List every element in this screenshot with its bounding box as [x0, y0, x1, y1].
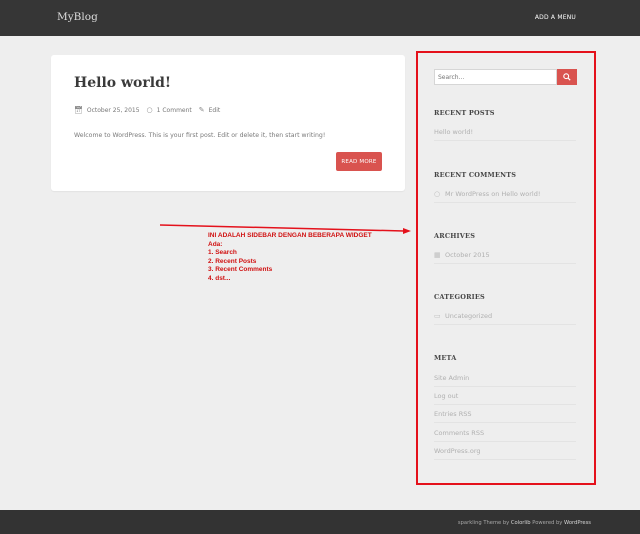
site-footer: sparkling Theme by Colorlib Powered by W… [0, 510, 640, 534]
annotation-line: 4. dst... [208, 274, 231, 282]
meta-link-comments-rss[interactable]: Comments RSS [434, 429, 484, 437]
meta-title: META [434, 354, 457, 362]
search-widget [434, 69, 577, 85]
meta-item[interactable]: WordPress.org [434, 442, 576, 460]
annotation-line: INI ADALAH SIDEBAR DENGAN BEBERAPA WIDGE… [208, 232, 372, 239]
recent-posts-title: RECENT POSTS [434, 109, 495, 117]
archives-title: ARCHIVES [434, 232, 476, 240]
folder-icon: ▭ [434, 311, 441, 320]
comment-icon: ○ [434, 189, 441, 198]
calendar-icon: ▦ [434, 250, 441, 259]
archive-link[interactable]: October 2015 [445, 251, 490, 259]
recent-post-item[interactable]: Hello world! [434, 123, 576, 141]
footer-middle: Powered by [532, 520, 563, 526]
annotation-line: 1. Search [208, 249, 237, 257]
footer-credits: sparkling Theme by Colorlib Powered by W… [458, 520, 591, 526]
meta-item[interactable]: Site Admin [434, 369, 576, 387]
archive-item[interactable]: ▦ October 2015 [434, 246, 576, 264]
search-button[interactable] [557, 69, 577, 85]
annotation-line: 3. Recent Comments [208, 266, 273, 274]
footer-theme-author-link[interactable]: Colorlib [511, 520, 531, 526]
meta-link-wordpress-org[interactable]: WordPress.org [434, 447, 481, 455]
meta-link-site-admin[interactable]: Site Admin [434, 374, 469, 382]
footer-platform-link[interactable]: WordPress [564, 520, 591, 526]
search-input[interactable] [434, 69, 557, 85]
meta-link-entries-rss[interactable]: Entries RSS [434, 410, 471, 418]
categories-title: CATEGORIES [434, 293, 485, 301]
recent-comment-item[interactable]: ○ Mr WordPress on Hello world! [434, 185, 576, 203]
category-link[interactable]: Uncategorized [445, 312, 492, 320]
annotation-line: Ada: [208, 240, 223, 248]
recent-post-link[interactable]: Hello world! [434, 128, 473, 136]
footer-prefix: sparkling Theme by [457, 520, 510, 526]
annotation-line: 2. Recent Posts [208, 257, 257, 265]
meta-item[interactable]: Entries RSS [434, 405, 576, 423]
recent-comments-title: RECENT COMMENTS [434, 171, 517, 179]
annotation-text: INI ADALAH SIDEBAR DENGAN BEBERAPA WIDGE… [208, 232, 372, 284]
category-item[interactable]: ▭ Uncategorized [434, 307, 576, 325]
recent-comment-link[interactable]: Mr WordPress on Hello world! [445, 190, 540, 198]
meta-item[interactable]: Log out [434, 387, 576, 405]
meta-link-log-out[interactable]: Log out [434, 392, 458, 400]
meta-item[interactable]: Comments RSS [434, 424, 576, 442]
search-icon [563, 73, 571, 81]
